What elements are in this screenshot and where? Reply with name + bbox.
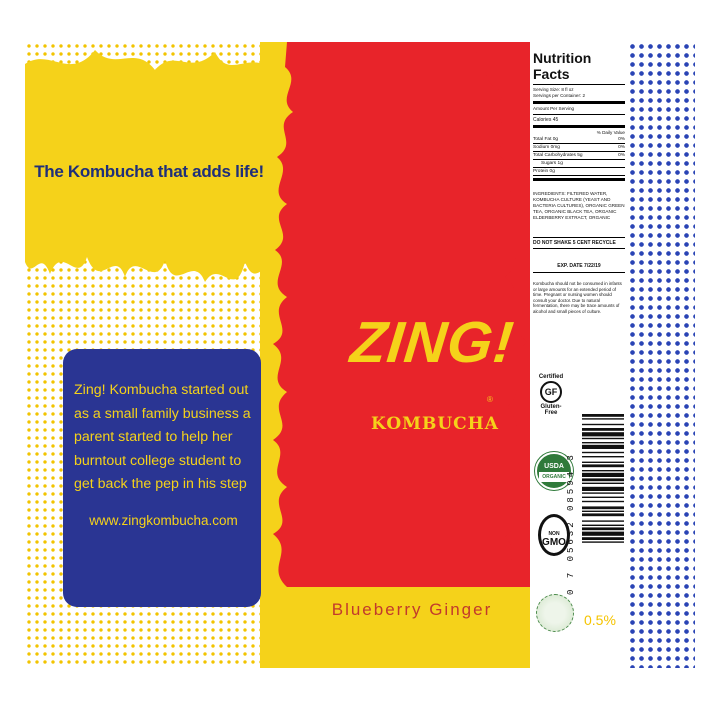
calories: Calories 45 xyxy=(533,117,559,123)
nutrient-row: Sodium 0mg 0% xyxy=(533,145,625,152)
nutrition-title: Nutrition Facts xyxy=(533,50,592,82)
brand-subname: KOMBUCHA xyxy=(371,414,499,434)
brand-logo: ZING! xyxy=(347,310,518,375)
nutrient-row: Total Carbohydrates 5g 0% xyxy=(533,153,625,160)
website-url[interactable]: www.zingkombucha.com xyxy=(74,509,253,533)
warning-text: Kombucha should not be consumed in infan… xyxy=(533,281,622,314)
exp-date: EXP. DATE 7/22/19 xyxy=(533,263,625,273)
nutrient-row: Protein 0g xyxy=(533,168,625,176)
nutrition-facts: Nutrition Facts Serving Size: 8 fl oz Se… xyxy=(533,50,625,315)
ingredients: INGREDIENTS: FILTERED WATER, KOMBUCHA CU… xyxy=(533,191,625,220)
gluten-free-badge: Certified GF Gluten-Free xyxy=(538,374,564,416)
barcode-icon xyxy=(582,414,624,543)
kombucha-label: The Kombucha that adds life! Zing! Kombu… xyxy=(25,42,695,668)
nutrient-row: Sugars 1g xyxy=(533,160,625,168)
right-dot-panel xyxy=(628,42,695,668)
abv: 0.5% xyxy=(584,612,616,628)
amount-per-serving: Amount Per Serving xyxy=(533,106,575,111)
gluten-free-icon: GF xyxy=(540,381,562,403)
nutrient-row: Total Fat 0g 0% xyxy=(533,137,625,144)
servings-per-container: Servings per Container: 2 xyxy=(533,93,586,98)
story-text: Zing! Kombucha started out as a small fa… xyxy=(74,382,251,492)
story-box: Zing! Kombucha started out as a small fa… xyxy=(63,349,261,607)
barcode-digits: 0 7 05632 08594 3 xyxy=(566,452,576,596)
recycle-notice: DO NOT SHAKE 5 CENT RECYCLE xyxy=(533,237,625,249)
registered-mark: ® xyxy=(487,395,493,404)
flavor-name: Blueberry Ginger xyxy=(331,600,493,619)
slogan: The Kombucha that adds life! xyxy=(34,162,264,181)
